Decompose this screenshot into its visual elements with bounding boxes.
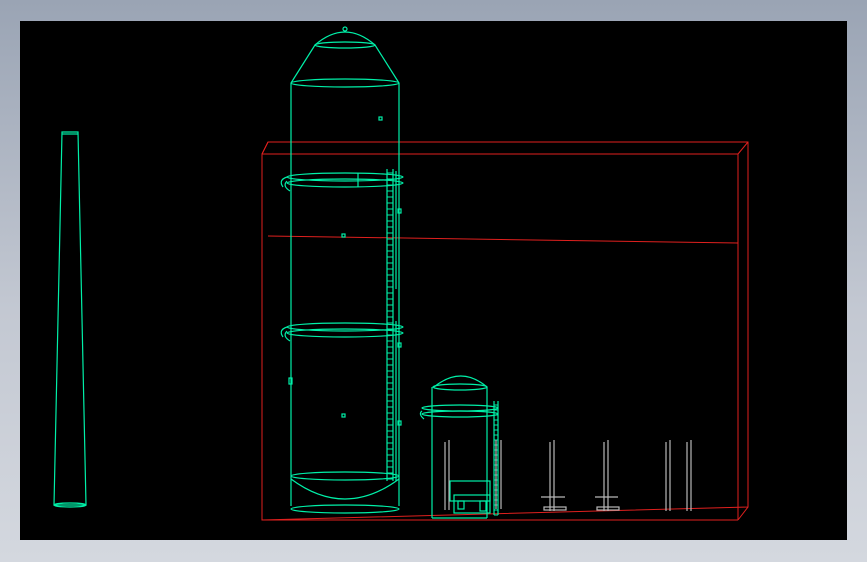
absorption-tower[interactable] xyxy=(280,26,404,514)
wireframe-scene[interactable] xyxy=(20,21,847,540)
gray-fittings xyxy=(444,440,692,511)
chimney-stack[interactable] xyxy=(53,131,87,508)
small-tank[interactable] xyxy=(419,375,499,519)
ladder-rungs xyxy=(387,172,498,516)
cad-viewport[interactable] xyxy=(20,21,847,540)
